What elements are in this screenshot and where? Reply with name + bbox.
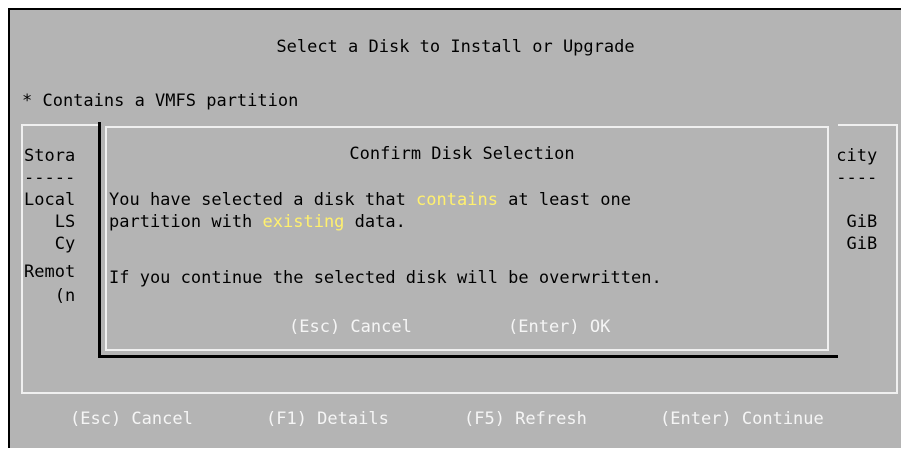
footer-details-key[interactable]: (F1) Details — [266, 409, 389, 429]
dialog-cancel-button[interactable]: (Esc) Cancel — [289, 317, 412, 337]
footer-cancel-key[interactable]: (Esc) Cancel — [70, 409, 193, 429]
list-item[interactable]: Local — [24, 190, 75, 210]
confirm-disk-dialog: Confirm Disk Selection You have selected… — [98, 122, 838, 358]
list-item[interactable]: LS — [24, 212, 75, 232]
screen-title: Select a Disk to Install or Upgrade — [276, 37, 635, 57]
message-text: partition with — [109, 212, 263, 232]
list-rule-left: ----- — [24, 168, 76, 188]
list-header-storage: Stora — [24, 146, 76, 166]
footer-continue-key[interactable]: (Enter) Continue — [660, 409, 824, 429]
dialog-title: Confirm Disk Selection — [349, 144, 575, 164]
installer-screen: Select a Disk to Install or Upgrade * Co… — [8, 8, 901, 448]
list-item[interactable]: Cy — [24, 234, 75, 254]
dialog-message-line-2: partition with existing data. — [109, 212, 406, 232]
dialog-warning-text: If you continue the selected disk will b… — [109, 268, 662, 288]
message-text: data. — [344, 212, 406, 232]
footer-refresh-key[interactable]: (F5) Refresh — [464, 409, 587, 429]
list-item[interactable]: (n — [24, 286, 75, 306]
dialog-message-line-1: You have selected a disk that contains a… — [109, 190, 631, 210]
message-text: at least one — [497, 190, 631, 210]
message-text: You have selected a disk that — [109, 190, 417, 210]
highlighted-word: contains — [416, 190, 498, 210]
vmfs-legend: * Contains a VMFS partition — [22, 91, 299, 111]
highlighted-word: existing — [262, 212, 345, 232]
list-item[interactable]: Remot — [24, 262, 75, 282]
dialog-ok-button[interactable]: (Enter) OK — [508, 317, 610, 337]
